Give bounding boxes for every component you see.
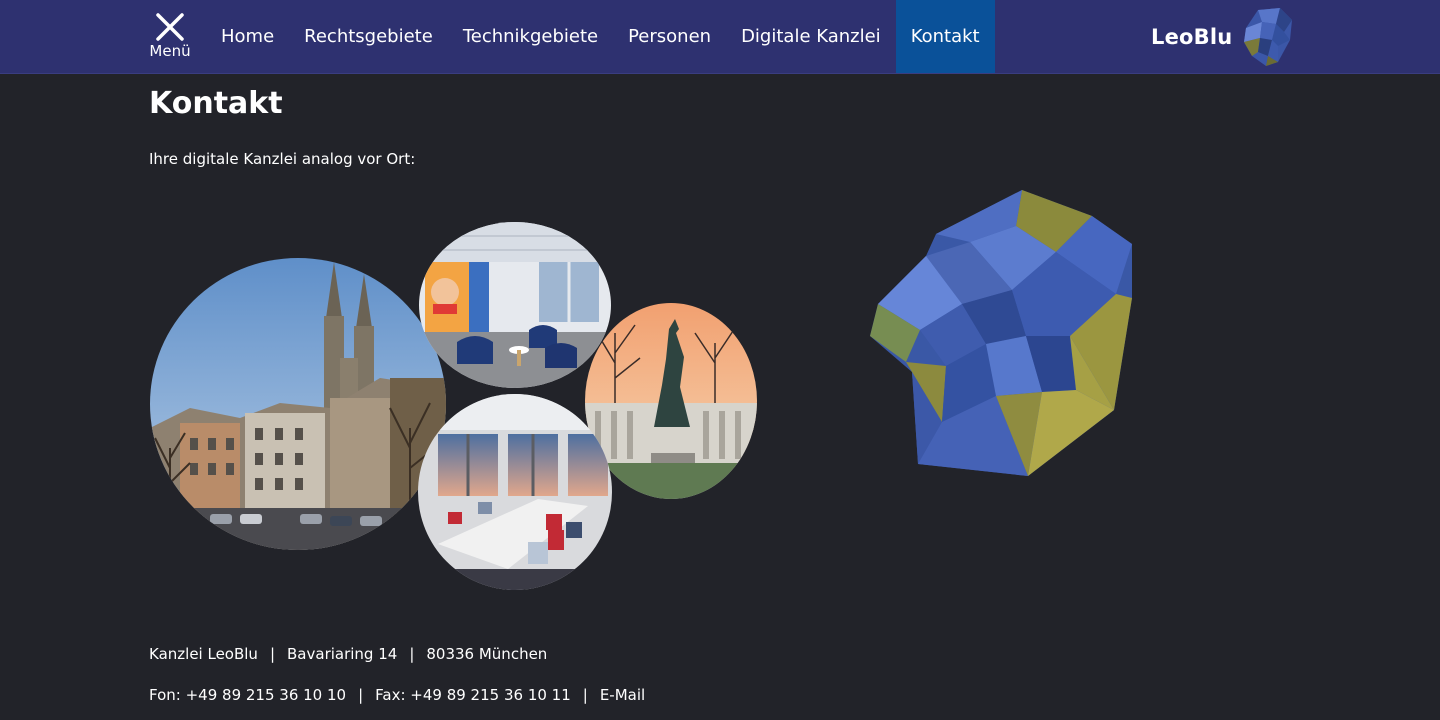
nav-item-rechtsgebiete[interactable]: Rechtsgebiete xyxy=(289,0,448,73)
photo-church-street xyxy=(150,258,446,550)
nav-item-digitale-kanzlei[interactable]: Digitale Kanzlei xyxy=(726,0,896,73)
nav-item-technikgebiete[interactable]: Technikgebiete xyxy=(448,0,613,73)
lion-head-logo-icon xyxy=(870,190,1132,476)
lion-head-logo-icon xyxy=(1244,7,1293,66)
nav-item-personen[interactable]: Personen xyxy=(613,0,726,73)
main-menu: Home Rechtsgebiete Technikgebiete Person… xyxy=(206,0,995,73)
photo-bavaria-statue xyxy=(585,303,757,499)
page-title: Kontakt xyxy=(149,86,283,121)
photo-conference-room xyxy=(418,394,612,590)
footer: Kanzlei LeoBlu | Bavariaring 14 | 80336 Münc… xyxy=(0,628,1440,720)
brand-logo-link[interactable]: LeoBlu xyxy=(1151,0,1296,73)
footer-separator: | xyxy=(582,686,588,704)
footer-separator: | xyxy=(269,645,276,663)
footer-address: Kanzlei LeoBlu | Bavariaring 14 | 80336 Münc… xyxy=(149,644,547,664)
brand-name: LeoBlu xyxy=(1151,24,1233,49)
top-navigation-bar: Menü Home Rechtsgebiete Technikgebiete P… xyxy=(0,0,1440,74)
footer-email-link[interactable]: E-Mail xyxy=(600,686,645,704)
footer-fax: Fax: +49 89 215 36 10 11 xyxy=(375,686,571,704)
nav-item-kontakt[interactable]: Kontakt xyxy=(895,0,995,73)
footer-city: 80336 München xyxy=(426,645,548,663)
menu-toggle-button[interactable]: Menü xyxy=(145,8,195,68)
menu-label: Menü xyxy=(149,42,191,60)
intro-text: Ihre digitale Kanzlei analog vor Ort: xyxy=(149,150,416,168)
footer-company: Kanzlei LeoBlu xyxy=(149,645,258,663)
footer-street: Bavariaring 14 xyxy=(287,645,398,663)
footer-contact: Fon: +49 89 215 36 10 10 | Fax: +49 89 215… xyxy=(149,685,645,705)
photo-office-lounge xyxy=(419,222,611,388)
footer-phone: Fon: +49 89 215 36 10 10 xyxy=(149,686,347,704)
nav-item-home[interactable]: Home xyxy=(206,0,289,73)
footer-separator: | xyxy=(409,645,415,663)
close-x-icon xyxy=(156,13,184,41)
footer-separator: | xyxy=(358,686,364,704)
